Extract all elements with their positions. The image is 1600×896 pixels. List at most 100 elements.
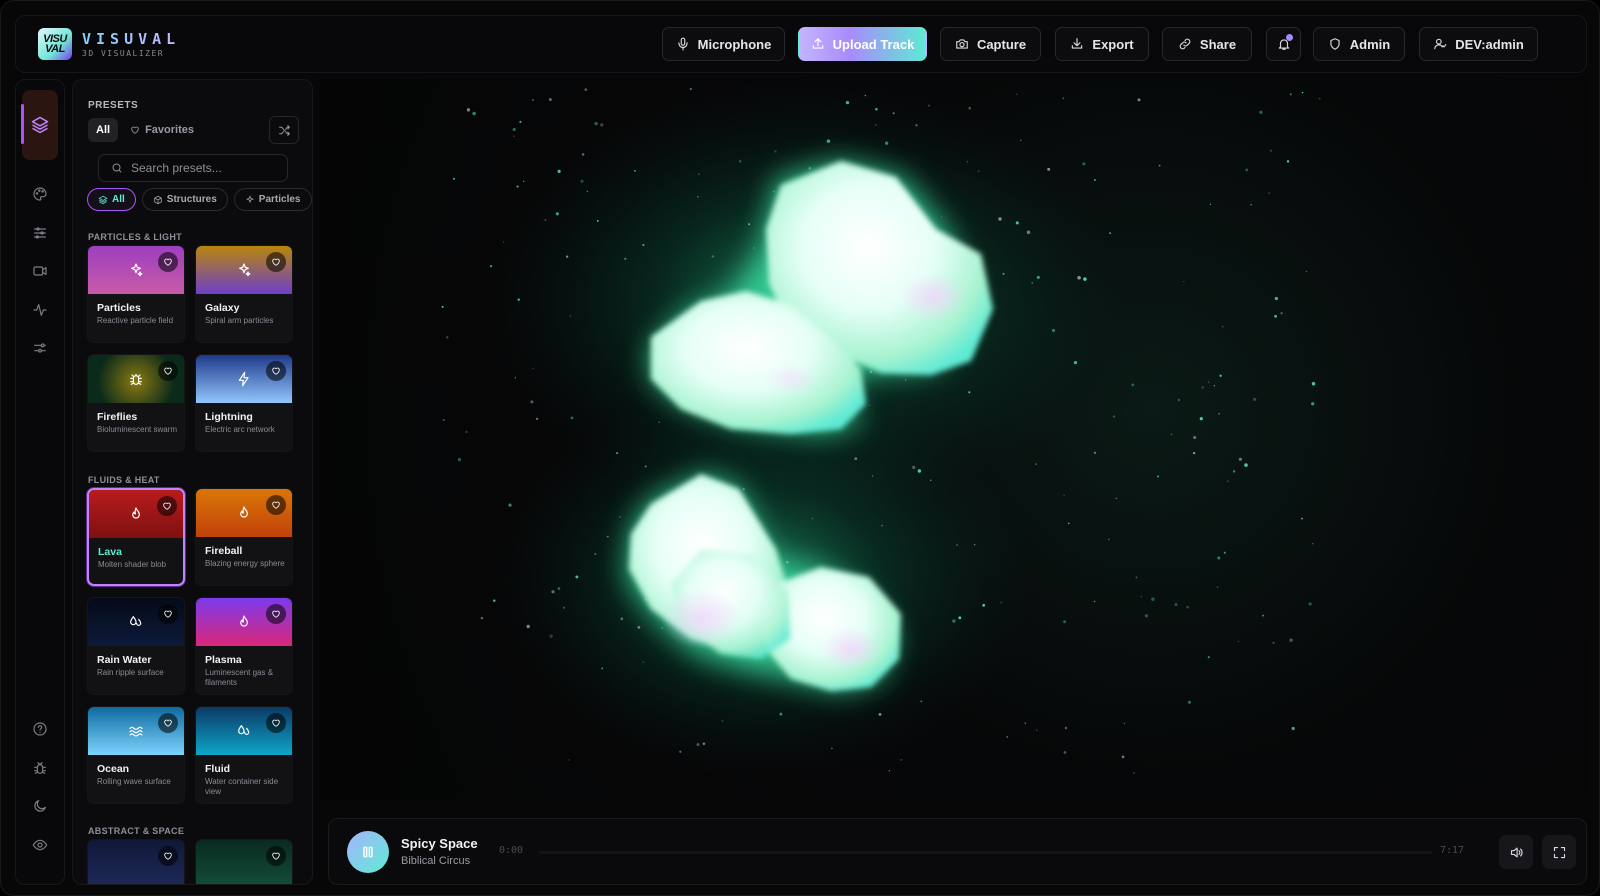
star [519, 120, 522, 123]
iridescence-3 [821, 627, 881, 671]
favorite-button[interactable] [158, 604, 178, 624]
star [1035, 463, 1038, 465]
star [1218, 412, 1220, 415]
chip-structures[interactable]: Structures [141, 188, 228, 211]
search-input[interactable] [131, 161, 281, 175]
star [480, 616, 484, 620]
star [1301, 517, 1303, 520]
preset-card-fluid[interactable]: Fluid Water container side view [195, 706, 293, 804]
fullscreen-button[interactable] [1542, 835, 1576, 869]
shuffle-button[interactable] [269, 116, 299, 144]
rail-item-camera[interactable] [25, 256, 55, 286]
star [1115, 497, 1118, 500]
favorite-button[interactable] [266, 252, 286, 272]
flame-icon [240, 615, 248, 627]
notifications-button[interactable] [1266, 27, 1301, 61]
rail-item-help[interactable] [25, 714, 55, 744]
user-menu-button[interactable]: DEV:admin [1419, 27, 1538, 61]
admin-button[interactable]: Admin [1313, 27, 1405, 61]
eye-icon [32, 839, 48, 851]
chip-particles[interactable]: Particles [233, 188, 312, 211]
preset-card-particles[interactable]: Particles Reactive particle field [87, 245, 185, 343]
visualizer-canvas[interactable] [321, 79, 1587, 799]
export-button[interactable]: Export [1055, 27, 1149, 61]
star [532, 99, 534, 101]
star [1252, 397, 1257, 402]
download-icon [1072, 38, 1083, 49]
preset-card-galaxy[interactable]: Galaxy Spiral arm particles [195, 245, 293, 343]
star [1006, 736, 1008, 738]
star [441, 305, 444, 308]
microphone-button[interactable]: Microphone [662, 27, 785, 61]
star [1305, 270, 1308, 273]
preset-card-fireball[interactable]: Fireball Blazing energy sphere [195, 488, 293, 586]
star [1135, 576, 1138, 579]
star [1186, 605, 1189, 609]
star [1123, 722, 1126, 725]
preset-card[interactable] [195, 839, 293, 884]
favorite-button[interactable] [157, 496, 177, 516]
star [1208, 381, 1210, 383]
preset-card[interactable] [87, 839, 185, 884]
star [968, 106, 972, 110]
heart-icon [164, 610, 172, 618]
favorite-button[interactable] [266, 604, 286, 624]
layers-icon [31, 116, 49, 134]
rail-item-settings[interactable] [25, 333, 55, 363]
preset-card-rain-water[interactable]: Rain Water Rain ripple surface [87, 597, 185, 695]
preset-card-ocean[interactable]: Ocean Rolling wave surface [87, 706, 185, 804]
heart-icon [164, 852, 172, 860]
preset-description: Rain ripple surface [97, 668, 164, 677]
progress-bar[interactable] [539, 851, 1432, 854]
preset-card-lava[interactable]: Lava Molten shader blob [87, 488, 185, 586]
video-icon [33, 266, 47, 276]
star [1311, 381, 1316, 386]
favorite-button[interactable] [158, 252, 178, 272]
star [1174, 603, 1178, 607]
chip-all[interactable]: All [87, 188, 136, 211]
favorite-button[interactable] [158, 713, 178, 733]
favorite-button[interactable] [158, 846, 178, 866]
rail-item-controls[interactable] [25, 218, 55, 248]
star [689, 87, 692, 91]
star [888, 770, 890, 772]
preset-description: Bioluminescent swarm [97, 425, 178, 434]
upload-track-button[interactable]: Upload Track [798, 27, 927, 61]
favorite-button[interactable] [266, 495, 286, 515]
rail-item-theme[interactable] [25, 179, 55, 209]
rail-item-presets[interactable] [21, 90, 58, 160]
shuffle-icon [278, 124, 290, 136]
moon-icon [34, 800, 46, 812]
preset-card-fireflies[interactable]: Fireflies Bioluminescent swarm [87, 354, 185, 452]
rail-item-audio[interactable] [25, 295, 55, 325]
favorite-button[interactable] [266, 846, 286, 866]
favorite-button[interactable] [266, 361, 286, 381]
tab-all[interactable]: All [88, 118, 119, 142]
rail-item-debug[interactable] [25, 753, 55, 783]
star [1289, 93, 1292, 96]
rail-item-theme-toggle[interactable] [25, 791, 55, 821]
capture-button[interactable]: Capture [940, 27, 1041, 61]
preset-card-lightning[interactable]: Lightning Electric arc network [195, 354, 293, 452]
star [513, 135, 515, 138]
preset-card-plasma[interactable]: Plasma Luminescent gas & filaments [195, 597, 293, 695]
heart-icon [272, 501, 280, 509]
star [1259, 110, 1263, 114]
heart-icon [272, 852, 280, 860]
flame-icon [240, 506, 248, 518]
star [457, 458, 462, 462]
track-artist: Biblical Circus [401, 855, 471, 867]
volume-button[interactable] [1499, 835, 1533, 869]
preset-name: Fireball [205, 545, 243, 557]
share-button[interactable]: Share [1162, 27, 1252, 61]
star [465, 430, 468, 434]
rail-item-visibility[interactable] [25, 830, 55, 860]
favorite-button[interactable] [266, 713, 286, 733]
top-bar: VISU VAL VISUVAL 3D VISUALIZER Microphon… [15, 15, 1587, 73]
star [1109, 232, 1112, 235]
play-pause-button[interactable] [347, 831, 389, 873]
iridescence-2 [661, 589, 741, 649]
tab-favorites[interactable]: Favorites [122, 118, 202, 142]
star [1217, 556, 1221, 560]
favorite-button[interactable] [158, 361, 178, 381]
